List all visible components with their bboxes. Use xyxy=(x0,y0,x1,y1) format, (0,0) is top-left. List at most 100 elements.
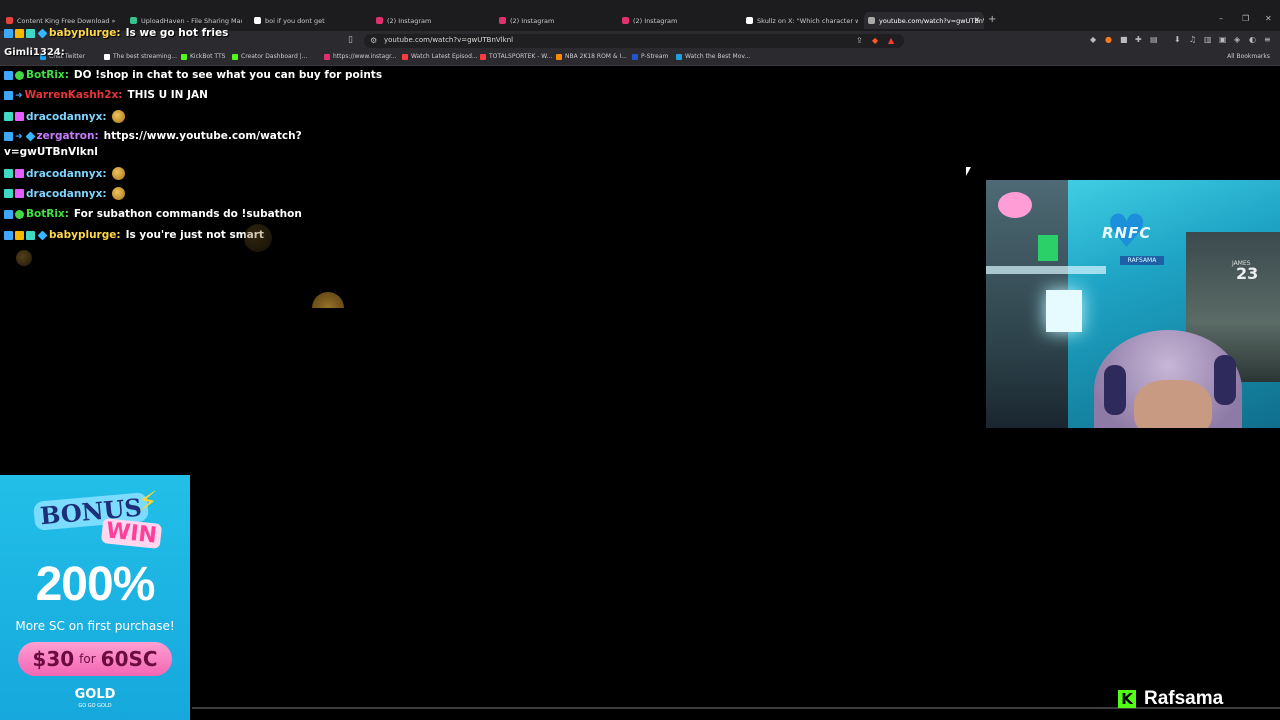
media-icon[interactable]: ♫ xyxy=(1189,35,1196,44)
tab-label: Content King Free Download » Steam xyxy=(17,16,118,25)
tab-label: (2) Instagram xyxy=(387,16,432,25)
bookmark-favicon-icon xyxy=(632,53,638,60)
bookmark-p-stream[interactable]: P-Stream xyxy=(632,53,668,60)
mouse-cursor-icon xyxy=(966,167,971,176)
site-info-icon[interactable]: ⚙ xyxy=(370,36,377,45)
ad-brand-tagline: GO GO GOLD xyxy=(78,703,112,709)
new-tab-button[interactable]: + xyxy=(988,14,996,25)
restore-icon[interactable]: ❐ xyxy=(1242,14,1249,23)
ad-percent: 200% xyxy=(35,558,156,611)
puzzle-icon[interactable]: ✚ xyxy=(1135,35,1142,44)
fading-emote-icon xyxy=(16,250,32,266)
tab-instagram-1[interactable]: (2) Instagram xyxy=(376,12,488,29)
tab-x-skullz[interactable]: Skullz on X: "Which character w xyxy=(746,12,858,29)
extension-icon[interactable]: ● xyxy=(1105,35,1112,44)
sponsor-ad[interactable]: BONUS ⚡ WIN 200% More SC on first purcha… xyxy=(0,475,190,720)
tab-tiktok[interactable]: boi if you dont get xyxy=(254,12,366,29)
chat-text: THIS U IN JAN xyxy=(127,89,208,101)
chat-message: BotRix: DO !shop in chat to see what you… xyxy=(4,69,382,81)
x-logo-icon xyxy=(746,17,753,24)
crown-badge-icon xyxy=(15,230,24,240)
share-icon[interactable]: ⇪ xyxy=(856,36,863,45)
address-bar[interactable]: ⚙ youtube.com/watch?v=gwUTBnVlknl ⇪ ◆ ▲ xyxy=(364,34,904,48)
all-bookmarks-button[interactable]: All Bookmarks xyxy=(1227,53,1270,60)
headphone-earcup xyxy=(1104,365,1126,415)
menu-icon[interactable]: ≡ xyxy=(1264,35,1271,44)
chat-text: https://www.youtube.com/watch? xyxy=(103,130,302,142)
bookmark-label: Watch Latest Episod... xyxy=(411,53,478,60)
wallet-icon[interactable]: ▣ xyxy=(1219,35,1227,44)
tab-instagram-2[interactable]: (2) Instagram xyxy=(499,12,611,29)
ad-win-text: WIN xyxy=(100,517,163,550)
bookmark-label: KickBot TTS xyxy=(190,53,226,60)
webcam-shelf xyxy=(986,266,1106,274)
bookmark-label: P-Stream xyxy=(641,53,669,60)
sidebar-icon[interactable]: ▤ xyxy=(1150,35,1158,44)
chat-username: BotRix: xyxy=(26,208,69,220)
bookmark-instagram[interactable]: https://www.instagr... xyxy=(324,53,397,60)
extension-icon[interactable]: ◆ xyxy=(1090,35,1096,44)
bookmark-nba2k18[interactable]: NBA 2K18 ROM & I... xyxy=(556,53,627,60)
minimize-icon[interactable]: – xyxy=(1219,14,1223,23)
ad-price: $30 xyxy=(32,647,75,671)
shelf-item xyxy=(1038,235,1058,261)
fading-emote-icon xyxy=(244,224,272,252)
wall-nameplate: RAFSAMA xyxy=(1120,256,1164,265)
vpn-icon[interactable]: ◈ xyxy=(1234,35,1240,44)
extension-icon[interactable]: ■ xyxy=(1120,35,1128,44)
chat-text: Is we go hot fries xyxy=(125,27,229,39)
webcam-feed: JAMES 23 ♥ RNFC RAFSAMA xyxy=(986,180,1280,428)
brave-rewards-icon[interactable]: ▲ xyxy=(888,36,894,45)
instagram-icon xyxy=(499,17,506,24)
mod-badge-icon xyxy=(4,70,13,80)
subscriber-badge-icon xyxy=(4,189,13,198)
bookmark-totalsportek[interactable]: TOTALSPORTEK - W... xyxy=(480,53,552,60)
gem-badge-icon xyxy=(25,131,35,141)
globe-icon xyxy=(868,17,875,24)
gem-badge-icon xyxy=(37,230,48,240)
kick-logo-icon: K xyxy=(1118,690,1136,708)
bookmark-creator-dashboard[interactable]: Creator Dashboard |... xyxy=(232,53,308,60)
jersey-number: 23 xyxy=(1236,264,1259,283)
vip-badge-icon xyxy=(15,112,24,121)
reader-icon[interactable]: ▥ xyxy=(1204,35,1212,44)
chat-username: dracodannyx: xyxy=(26,110,107,123)
bookmark-streaming[interactable]: The best streaming... xyxy=(104,53,177,60)
chat-username: WarrenKashh2x: xyxy=(24,89,123,101)
mod-badge-icon xyxy=(4,28,13,38)
tab-label: boi if you dont get xyxy=(265,16,325,25)
streamer-name: Rafsama xyxy=(1144,688,1224,709)
chat-text: v=gwUTBnVlknl xyxy=(4,146,98,158)
chat-message: dracodannyx: xyxy=(4,110,125,123)
mod-badge-icon xyxy=(4,131,13,141)
tab-favicon-icon xyxy=(6,17,13,24)
tab-label: (2) Instagram xyxy=(510,16,555,25)
close-window-icon[interactable]: ✕ xyxy=(1265,14,1272,23)
tab-youtube-active[interactable]: youtube.com/watch?v=gwUTBnVlknl ✕ xyxy=(864,12,984,29)
profile-icon[interactable]: ◐ xyxy=(1249,35,1256,44)
bookmark-watch-best-movies[interactable]: Watch the Best Mov... xyxy=(676,53,750,60)
bookmark-icon[interactable]: ▯ xyxy=(348,35,353,45)
url-text: youtube.com/watch?v=gwUTBnVlknl xyxy=(384,36,514,44)
bookmark-favicon-icon xyxy=(480,53,486,60)
close-tab-icon[interactable]: ✕ xyxy=(974,16,980,24)
vip-badge-icon xyxy=(15,189,24,198)
ad-cta-button[interactable]: $30 for 60SC xyxy=(18,642,172,676)
chat-message: ➜ zergatron: https://www.youtube.com/wat… xyxy=(4,130,302,142)
download-icon[interactable]: ⬇ xyxy=(1174,35,1181,44)
mod-badge-icon xyxy=(4,209,13,219)
bookmark-watch-latest[interactable]: Watch Latest Episod... xyxy=(402,53,478,60)
brave-shield-icon[interactable]: ◆ xyxy=(872,36,878,45)
bookmark-label: TOTALSPORTEK - W... xyxy=(489,53,553,60)
plush-toy xyxy=(998,192,1032,218)
tab-instagram-3[interactable]: (2) Instagram xyxy=(622,12,734,29)
headphone-earcup xyxy=(1214,355,1236,405)
bookmark-label: Watch the Best Mov... xyxy=(685,53,751,60)
bot-badge-icon xyxy=(15,70,24,80)
neon-logo: RNFC xyxy=(1102,224,1152,242)
chat-username: babyplurge: xyxy=(49,27,121,39)
chat-text: DO !shop in chat to see what you can buy… xyxy=(73,69,383,81)
instagram-icon xyxy=(622,17,629,24)
bookmark-kickbot[interactable]: KickBot TTS xyxy=(181,53,225,60)
video-progress-bar[interactable] xyxy=(192,707,1280,709)
